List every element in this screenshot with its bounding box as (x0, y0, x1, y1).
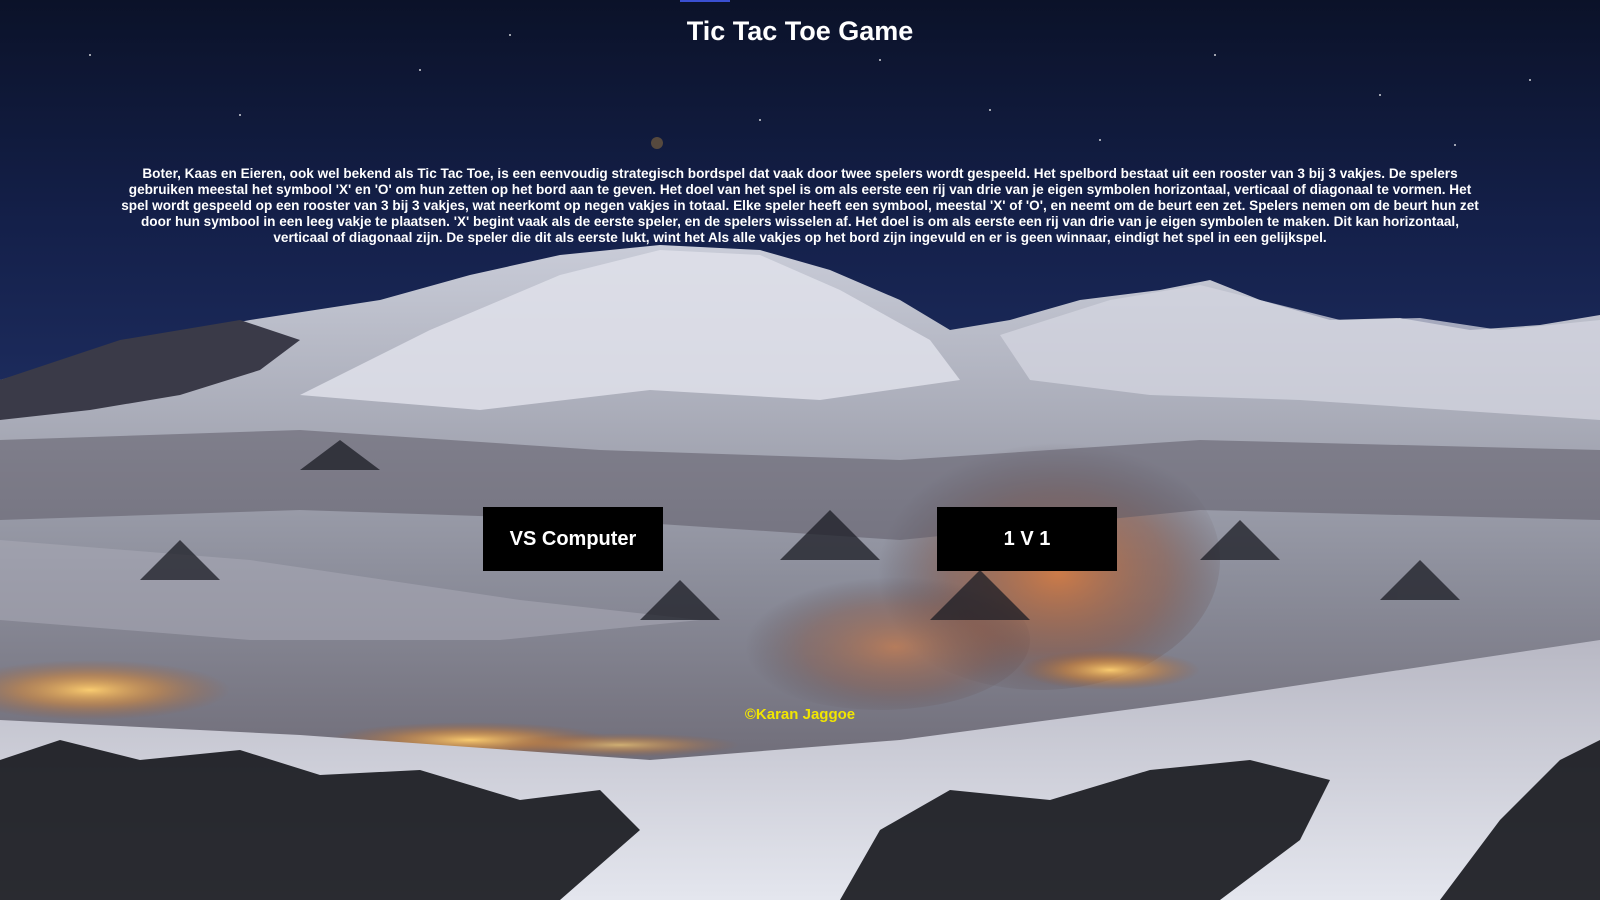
page-title: Tic Tac Toe Game (686, 16, 914, 46)
game-description: Boter, Kaas en Eieren, ook wel bekend al… (121, 166, 1479, 245)
one-v-one-button[interactable]: 1 V 1 (937, 507, 1117, 571)
top-accent-line (680, 0, 730, 2)
vs-computer-button[interactable]: VS Computer (483, 507, 663, 571)
background-mountain-night-image (0, 0, 1600, 900)
copyright-text: ©Karan Jaggoe (744, 706, 856, 723)
